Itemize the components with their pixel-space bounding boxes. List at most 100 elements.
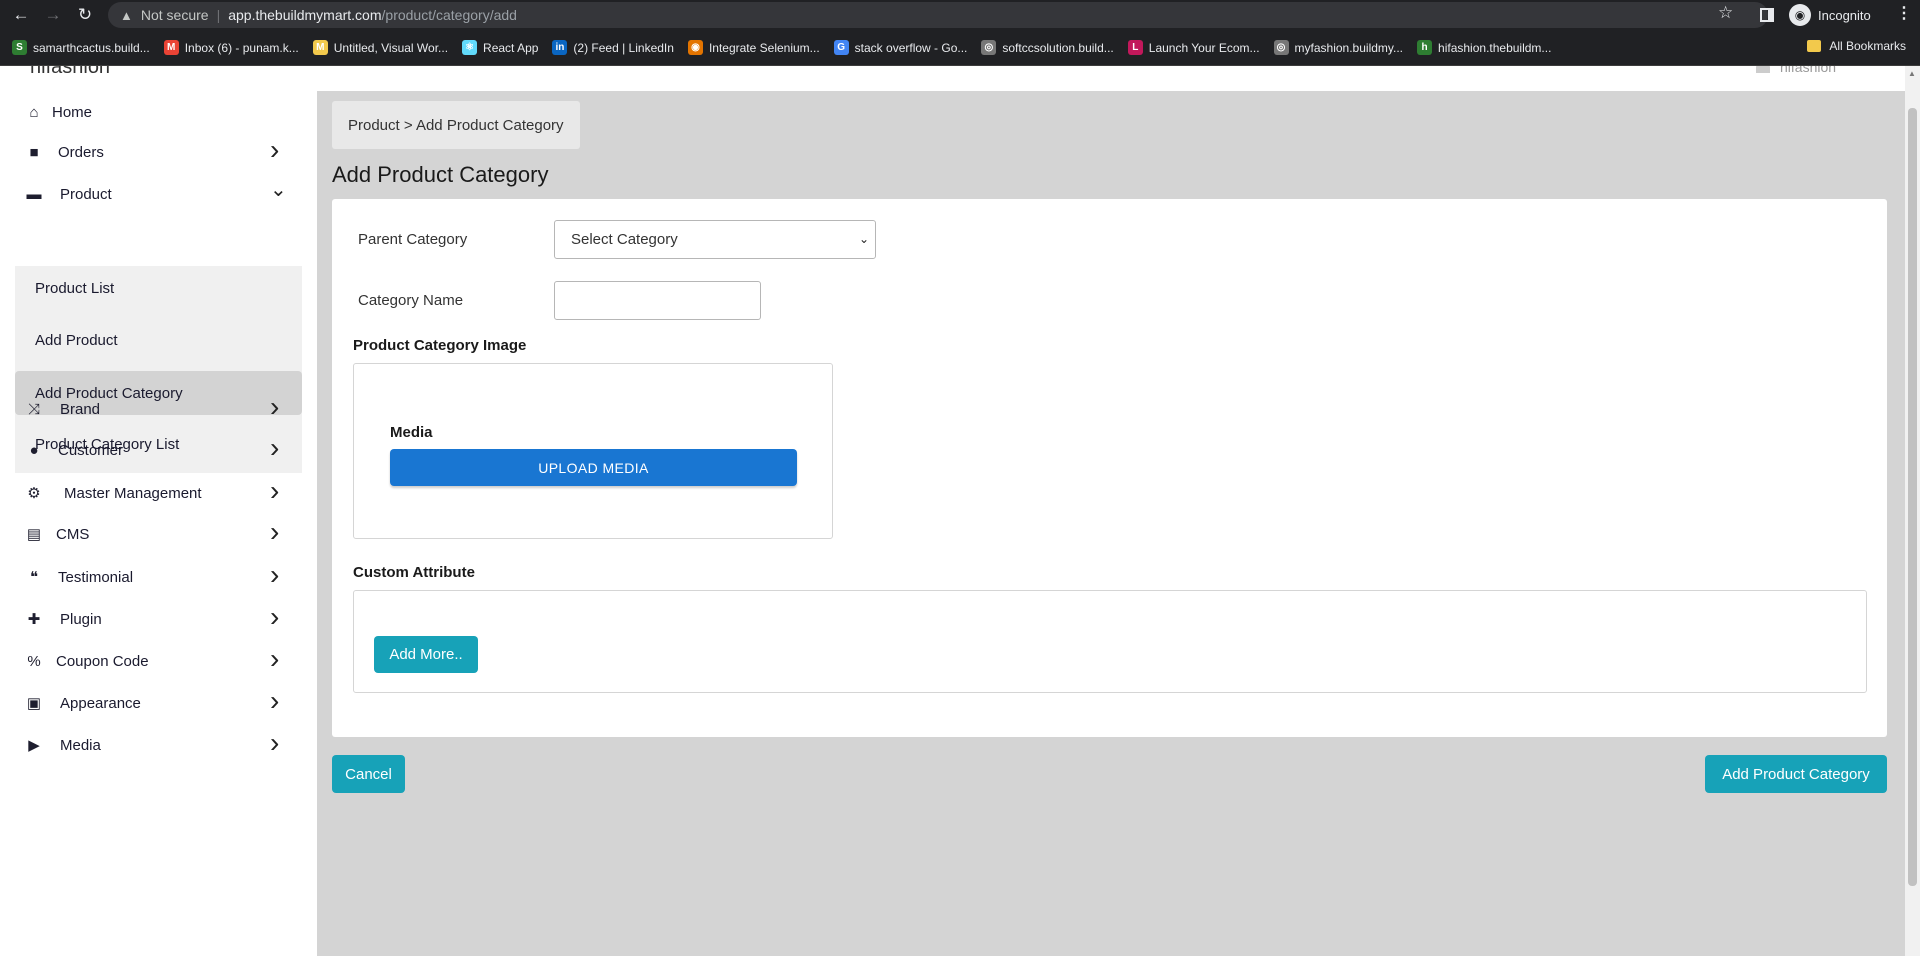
- sidebar-item-label: Appearance: [60, 694, 141, 712]
- chevron-right-icon: ›: [270, 559, 280, 590]
- app-header: hifashion hifashion: [0, 66, 1920, 91]
- image-icon: ▣: [26, 695, 42, 712]
- bookmark-label: React App: [483, 40, 539, 55]
- sidebar-item-customer[interactable]: ● Customer ›: [0, 429, 317, 471]
- bookmark-star-icon[interactable]: ☆: [1718, 3, 1733, 23]
- sidebar-item-testimonial[interactable]: ❝ Testimonial ›: [0, 556, 317, 598]
- bookmark-item[interactable]: Ssamarthcactus.build...: [12, 40, 150, 55]
- bookmark-item[interactable]: M Inbox (6) - punam.k...: [163, 40, 299, 55]
- bookmark-favicon-icon: M: [163, 40, 179, 55]
- parent-category-value: Select Category: [571, 231, 678, 248]
- chevron-right-icon: ›: [270, 643, 280, 674]
- address-bar[interactable]: ▲ Not secure | app.thebuildmymart.com/pr…: [108, 2, 1768, 28]
- chevron-right-icon: ›: [270, 601, 280, 632]
- add-more-button[interactable]: Add More..: [374, 636, 478, 673]
- chevron-right-icon: ›: [270, 516, 280, 547]
- bookmark-label: myfashion.buildmy...: [1294, 40, 1404, 55]
- sidebar-item-plugin[interactable]: ✚ Plugin ›: [0, 598, 317, 640]
- user-gear-icon: ⚙: [27, 485, 41, 502]
- scrollbar-thumb[interactable]: [1908, 108, 1917, 886]
- user-name: hifashion: [1780, 66, 1837, 75]
- shuffle-icon: ⤨: [27, 400, 40, 418]
- submenu-item-product-list[interactable]: Product List: [15, 266, 302, 310]
- incognito-label: Incognito: [1818, 7, 1871, 23]
- sidebar-item-cms[interactable]: ▤ CMS ›: [0, 513, 317, 555]
- sidebar-item-label: Coupon Code: [56, 652, 149, 670]
- sidebar: Product List Add Product Add Product Categ…: [0, 91, 317, 956]
- sidebar-item-label: Orders: [58, 143, 104, 161]
- category-name-label: Category Name: [358, 292, 464, 309]
- back-icon[interactable]: ←: [10, 4, 32, 26]
- reload-icon[interactable]: ↻: [74, 4, 96, 26]
- home-icon: ⌂: [29, 103, 39, 121]
- sidebar-item-home[interactable]: ⌂ Home: [0, 91, 317, 133]
- parent-category-select[interactable]: Select Category ⌄: [554, 220, 876, 259]
- submenu-item-add-product[interactable]: Add Product: [15, 318, 302, 362]
- chevron-right-icon: ›: [270, 391, 280, 422]
- breadcrumb[interactable]: Product > Add Product Category: [332, 101, 580, 149]
- chevron-right-icon: ›: [270, 685, 280, 716]
- chevron-right-icon: ›: [270, 134, 280, 165]
- bookmark-item[interactable]: ◎ softccsolution.build...: [981, 40, 1114, 55]
- url-separator: |: [216, 7, 221, 23]
- bookmark-item[interactable]: Gstack overflow - Go...: [833, 40, 968, 55]
- bookmark-favicon-icon: S: [12, 40, 27, 55]
- upload-media-button[interactable]: UPLOAD MEDIA: [390, 449, 797, 486]
- bookmark-favicon-icon: M: [312, 40, 328, 55]
- chevron-right-icon: ›: [270, 727, 280, 758]
- sidebar-item-label: Brand: [60, 400, 101, 418]
- shopping-bag-icon: ■: [29, 143, 39, 161]
- bookmark-item[interactable]: ◉ Integrate Selenium...: [687, 40, 820, 55]
- add-product-category-button[interactable]: Add Product Category: [1705, 755, 1887, 793]
- bookmark-item[interactable]: M Untitled, Visual Wor...: [312, 40, 449, 55]
- bookmark-item[interactable]: ◎ myfashion.buildmy...: [1273, 40, 1404, 55]
- bookmark-item[interactable]: ⚛ React App: [462, 40, 538, 55]
- sidebar-item-label: Plugin: [60, 610, 102, 628]
- sidebar-item-appearance[interactable]: ▣ Appearance ›: [0, 682, 317, 724]
- percent-icon: %: [27, 652, 41, 670]
- sidebar-item-label: Testimonial: [58, 568, 134, 586]
- bookmark-favicon-icon: ◉: [687, 40, 703, 55]
- main-content: Product > Add Product Category Add Produ…: [317, 91, 1905, 956]
- category-name-input[interactable]: [554, 281, 761, 320]
- bookmark-favicon-icon: ◎: [981, 40, 997, 55]
- page-scrollbar[interactable]: ▲: [1905, 66, 1920, 956]
- security-status: Not secure: [140, 7, 209, 23]
- bookmark-label: stack overflow - Go...: [854, 40, 968, 55]
- file-icon: ▤: [26, 526, 42, 543]
- side-panel-icon[interactable]: [1760, 8, 1774, 22]
- sidebar-item-brand[interactable]: ⤨ Brand ›: [0, 388, 317, 430]
- incognito-icon: ◉: [1789, 4, 1811, 26]
- sidebar-item-coupon-code[interactable]: % Coupon Code ›: [0, 640, 317, 682]
- chevron-down-icon: ⌄: [858, 232, 869, 246]
- quote-icon: ❝: [29, 569, 39, 586]
- play-circle-icon: ▶: [28, 737, 40, 754]
- sidebar-item-orders[interactable]: ■ Orders ›: [0, 131, 317, 173]
- bookmark-favicon-icon: ◎: [1273, 40, 1289, 55]
- cancel-button[interactable]: Cancel: [332, 755, 405, 793]
- bookmark-item[interactable]: L Launch Your Ecom...: [1127, 40, 1260, 55]
- page-title: Add Product Category: [332, 162, 549, 187]
- app-brand: hifashion: [30, 66, 111, 78]
- sidebar-item-product[interactable]: ▬ Product ⌄: [0, 173, 317, 215]
- all-bookmarks-label: All Bookmarks: [1829, 39, 1906, 53]
- browser-menu-icon[interactable]: ⋮: [1896, 3, 1912, 23]
- bookmark-favicon-icon: L: [1127, 40, 1143, 55]
- bookmark-label: softccsolution.build...: [1002, 40, 1114, 55]
- bookmark-label: hifashion.thebuildm...: [1438, 40, 1552, 55]
- user-menu[interactable]: hifashion: [1756, 66, 1836, 75]
- user-icon: ●: [29, 441, 39, 459]
- scroll-up-icon[interactable]: ▲: [1908, 69, 1916, 78]
- custom-attribute-container: Add More..: [353, 590, 1867, 693]
- sidebar-item-master-management[interactable]: ⚙ Master Management ›: [0, 472, 317, 514]
- bookmark-label: Launch Your Ecom...: [1148, 40, 1260, 55]
- all-bookmarks[interactable]: All Bookmarks: [1807, 39, 1906, 53]
- bookmark-item[interactable]: h hifashion.thebuildm...: [1417, 40, 1551, 55]
- bookmark-item[interactable]: in (2) Feed | LinkedIn: [552, 40, 674, 55]
- bookmark-label: Untitled, Visual Wor...: [333, 40, 449, 55]
- forward-icon[interactable]: →: [42, 4, 64, 26]
- incognito-indicator[interactable]: ◉ Incognito: [1789, 3, 1871, 27]
- sidebar-item-label: Home: [52, 103, 93, 121]
- sidebar-item-media[interactable]: ▶ Media ›: [0, 724, 317, 766]
- warning-icon: ▲: [120, 7, 133, 23]
